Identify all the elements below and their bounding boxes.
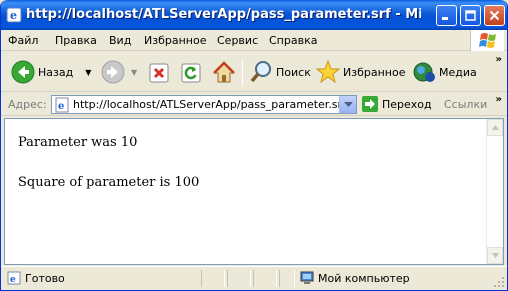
search-icon xyxy=(250,61,271,83)
address-dropdown-button[interactable] xyxy=(339,96,356,113)
status-main: e Готово xyxy=(7,271,65,285)
scroll-down-button[interactable] xyxy=(487,247,503,264)
toolbar-separator xyxy=(242,59,243,86)
status-text: Готово xyxy=(25,271,65,285)
home-button[interactable] xyxy=(212,61,236,85)
go-label: Переход xyxy=(382,97,432,111)
links-overflow-chevron[interactable]: » xyxy=(496,94,502,105)
forward-button[interactable]: ▼ xyxy=(101,60,137,84)
favorites-star-icon xyxy=(316,60,340,84)
vertical-scrollbar[interactable] xyxy=(486,119,503,264)
search-button[interactable]: Поиск xyxy=(249,60,311,84)
svg-text:e: e xyxy=(58,101,64,112)
media-button[interactable]: Медиа xyxy=(412,60,477,84)
refresh-button[interactable] xyxy=(181,63,201,83)
windows-logo xyxy=(470,30,504,51)
page-icon: e xyxy=(55,97,69,113)
search-label: Поиск xyxy=(276,65,311,79)
window-title: http://localhost/ATLServerApp/pass_param… xyxy=(26,7,421,22)
close-button[interactable] xyxy=(484,5,505,26)
page-done-icon: e xyxy=(7,271,21,285)
menu-tools[interactable]: Сервис xyxy=(217,34,258,47)
toolbar-overflow-chevron[interactable]: » xyxy=(496,54,502,65)
menu-file[interactable]: Файл xyxy=(8,34,38,47)
status-bar: e Готово Мой компьютер xyxy=(1,266,507,290)
square-text: Square of parameter is 100 xyxy=(18,175,200,190)
media-label: Медиа xyxy=(439,65,477,79)
go-arrow-icon xyxy=(362,96,378,112)
address-input[interactable]: e http://localhost/ATLServerApp/pass_par… xyxy=(51,95,357,114)
status-segment xyxy=(201,270,225,287)
media-icon xyxy=(413,62,435,82)
favorites-button[interactable]: Избранное xyxy=(316,60,405,84)
ie-logo-icon: e xyxy=(6,7,22,23)
back-label: Назад xyxy=(38,65,74,79)
status-segment xyxy=(253,270,277,287)
menu-help[interactable]: Справка xyxy=(269,34,317,47)
maximize-icon xyxy=(465,10,476,21)
zone-text: Мой компьютер xyxy=(318,271,410,285)
parameter-text: Parameter was 10 xyxy=(18,135,138,150)
my-computer-icon xyxy=(300,271,314,284)
home-icon xyxy=(213,61,235,83)
forward-dropdown-icon[interactable]: ▼ xyxy=(131,68,137,77)
address-label: Адрес: xyxy=(8,98,47,111)
status-segment xyxy=(279,270,295,287)
minimize-button[interactable] xyxy=(436,5,457,26)
close-icon xyxy=(489,10,500,21)
stop-icon xyxy=(149,63,169,83)
status-segment xyxy=(227,270,251,287)
menu-bar: Файл Правка Вид Избранное Сервис Справка xyxy=(1,30,507,51)
title-bar[interactable]: e http://localhost/ATLServerApp/pass_par… xyxy=(1,0,507,30)
svg-text:e: e xyxy=(10,9,17,22)
windows-flag-icon xyxy=(479,33,496,48)
stop-button[interactable] xyxy=(149,63,169,83)
go-button[interactable]: Переход xyxy=(362,96,432,112)
browser-window: e http://localhost/ATLServerApp/pass_par… xyxy=(0,0,508,291)
chevron-up-icon xyxy=(491,125,499,130)
resize-grip-icon[interactable] xyxy=(493,276,505,288)
back-button[interactable]: Назад ▼ xyxy=(11,60,91,84)
menu-favorites[interactable]: Избранное xyxy=(144,34,206,47)
links-button[interactable]: Ссылки xyxy=(444,98,487,111)
address-url: http://localhost/ATLServerApp/pass_param… xyxy=(73,98,346,111)
menu-edit[interactable]: Правка xyxy=(55,34,97,47)
favorites-label: Избранное xyxy=(343,65,406,79)
address-bar: Адрес: e http://localhost/ATLServerApp/p… xyxy=(1,93,507,116)
menu-view[interactable]: Вид xyxy=(109,34,131,47)
forward-arrow-icon xyxy=(101,60,125,84)
back-arrow-icon xyxy=(11,60,35,84)
minimize-icon xyxy=(442,17,448,20)
chevron-down-icon xyxy=(491,253,499,258)
back-dropdown-icon[interactable]: ▼ xyxy=(85,68,91,77)
refresh-icon xyxy=(181,63,201,83)
page-viewport[interactable]: Parameter was 10 Square of parameter is … xyxy=(4,118,504,265)
scroll-up-button[interactable] xyxy=(487,119,503,136)
maximize-button[interactable] xyxy=(460,5,481,26)
chevron-down-icon xyxy=(343,101,353,107)
svg-text:e: e xyxy=(10,275,16,285)
security-zone[interactable]: Мой компьютер xyxy=(300,271,410,285)
standard-toolbar: Назад ▼ ▼ Поиск Избранное Медиа » xyxy=(1,52,507,92)
